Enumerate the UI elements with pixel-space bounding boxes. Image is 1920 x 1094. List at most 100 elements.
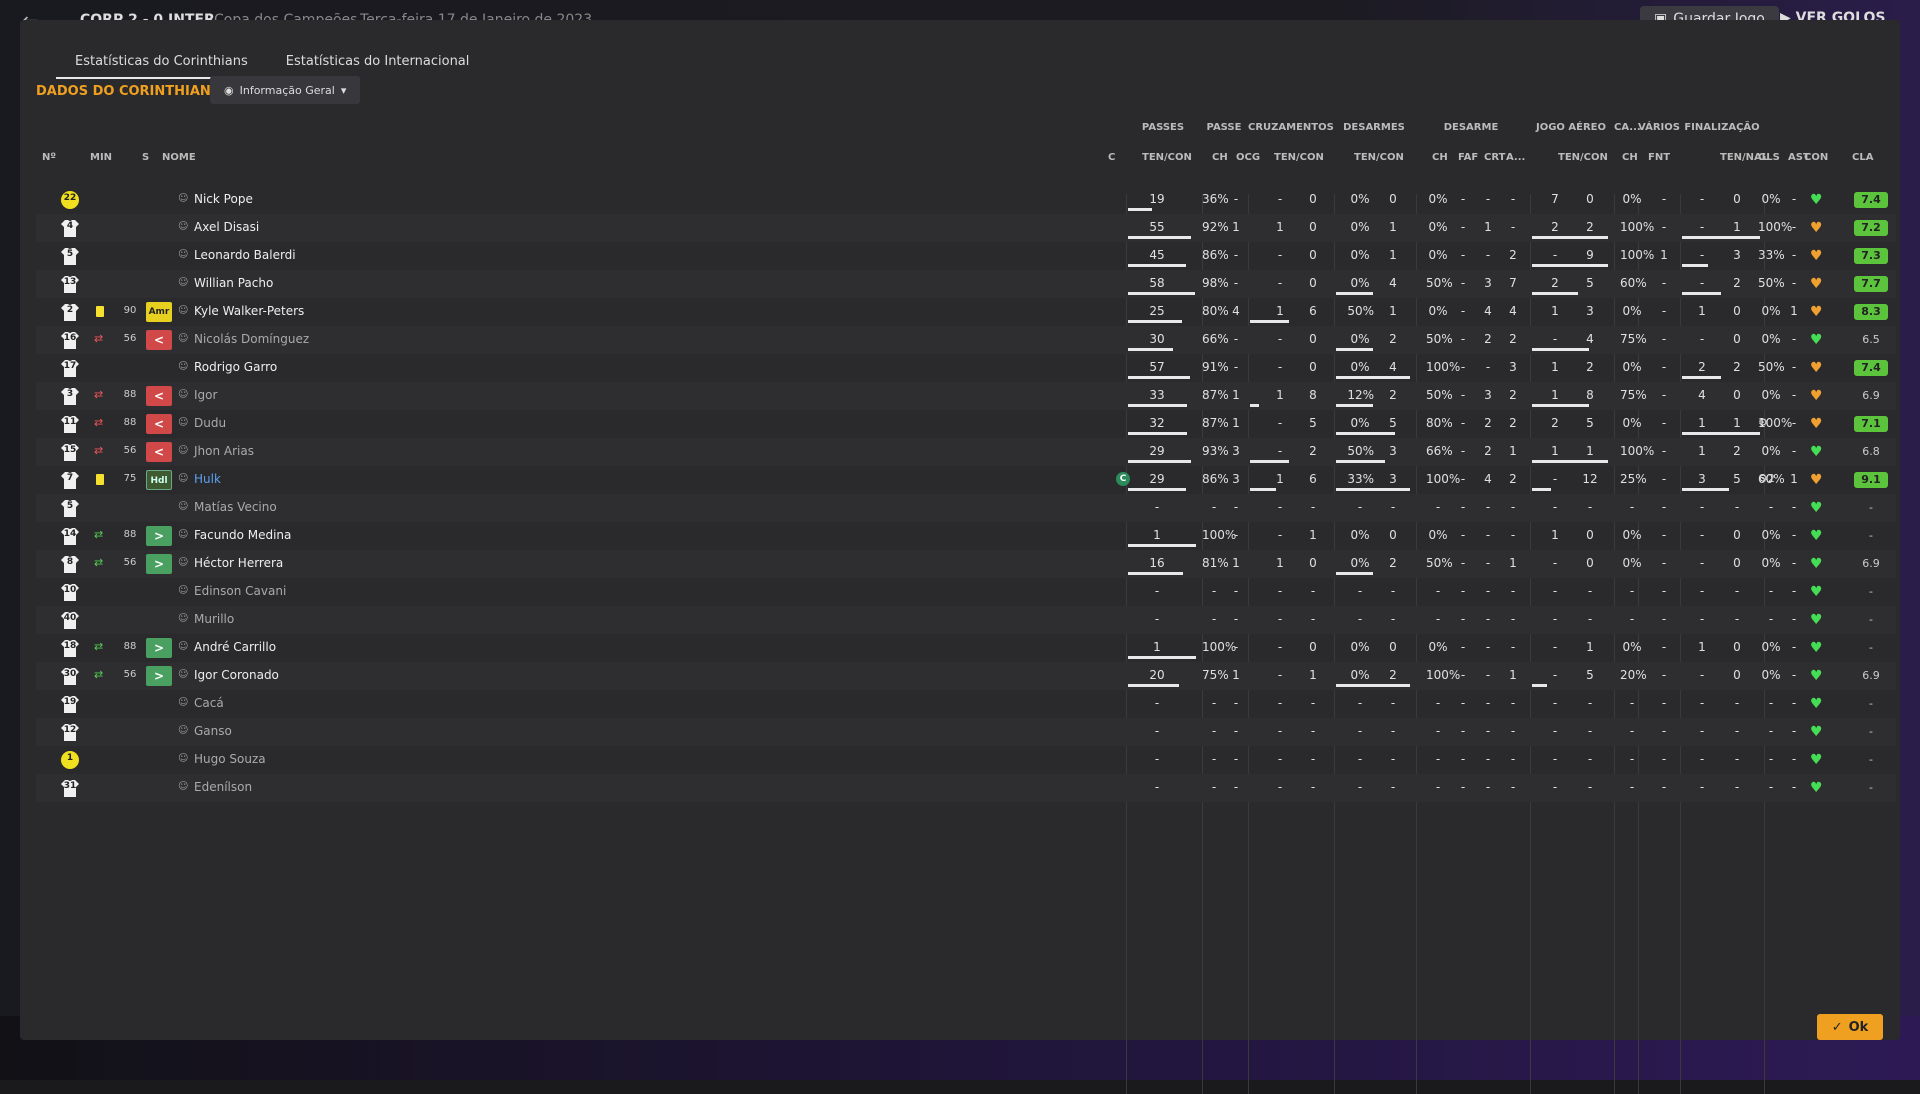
table-row[interactable]: 40 ☺ Murillo - - - - - - - - - - - - - - - - - - - ♥ - [36, 606, 1896, 634]
table-row[interactable]: 11 ⇄ 88 < ☺ Dudu 32 87% 1-5 0% 5 80% -2 2 2 5 0% -1 1 100% ⚙… [36, 410, 1896, 438]
player-name[interactable]: Hulk [194, 466, 221, 494]
completion-bar [1128, 544, 1196, 547]
player-name[interactable]: Hugo Souza [194, 746, 266, 774]
table-row[interactable]: 2 90 Amr ☺ Kyle Walker-Peters 25 80% 4 1 6 50% 1 0% -… [36, 298, 1896, 326]
stat-value: 36% [1202, 192, 1229, 206]
table-row[interactable]: 16 ⇄ 56 < ☺ Nicolás Domínguez 30 66% - -0 0% 2 50% -2… [36, 326, 1896, 354]
table-row[interactable]: 22 ☺ Nick Pope 19 36% - -0 0% 0 0% - - -7 0 0% - -0 0% - ♥ 7… [36, 186, 1896, 214]
condition-heart-icon: ♥ [1810, 668, 1823, 684]
player-name[interactable]: Axel Disasi [194, 214, 259, 242]
sub-status-badge[interactable]: Amr [146, 302, 172, 322]
player-name[interactable]: Ganso [194, 718, 232, 746]
sub-status-badge[interactable]: < [146, 414, 172, 434]
stat-value: - [1233, 276, 1239, 290]
sub-status-badge[interactable]: > [146, 526, 172, 546]
table-row[interactable]: 31 ☺ Edenílson - - - - - - - - - - - - - - - - - - - ♥ - [36, 774, 1896, 802]
column-header-crt[interactable]: CRT [1484, 152, 1505, 163]
table-row[interactable]: 30 ⇄ 56 > ☺ Igor Coronado 20 75% 1-1 0% 2 100% - -1-5… [36, 662, 1896, 690]
table-row[interactable]: 10 ☺ Edinson Cavani - - - - - - - - - - - - - - - - - - - ♥ - [36, 578, 1896, 606]
column-header-cla[interactable]: CLA [1852, 152, 1873, 163]
sub-status-badge[interactable]: < [146, 330, 172, 350]
table-row[interactable]: 1 ☺ Hugo Souza - - - - - - - - - - - - - - - - - - - ♥ - [36, 746, 1896, 774]
player-name[interactable]: Igor Coronado [194, 662, 279, 690]
column-header-ch[interactable]: CH [1212, 152, 1228, 163]
stat-value: - [1699, 556, 1705, 570]
column-header-dch[interactable]: CH [1432, 152, 1448, 163]
player-name[interactable]: Murillo [194, 606, 234, 634]
condition-heart-icon: ♥ [1810, 640, 1823, 656]
column-header-cruz[interactable]: TEN/CON [1274, 152, 1324, 163]
condition-heart-icon: ♥ [1810, 696, 1823, 712]
column-header-c[interactable]: C [1108, 152, 1115, 163]
column-header-min[interactable]: MIN [90, 152, 112, 163]
sub-status-badge[interactable]: < [146, 386, 172, 406]
player-name[interactable]: Kyle Walker-Peters [194, 298, 304, 326]
column-header-n[interactable]: Nº [42, 152, 56, 163]
view-dropdown[interactable]: ◉ Informação Geral ▾ [210, 76, 361, 104]
sub-status-badge[interactable]: Hdl [146, 470, 172, 490]
player-name[interactable]: Nick Pope [194, 186, 253, 214]
player-name[interactable]: Facundo Medina [194, 522, 291, 550]
player-name[interactable]: Jhon Arias [194, 438, 254, 466]
player-name[interactable]: André Carrillo [194, 634, 276, 662]
table-row[interactable]: 17 ☺ Rodrigo Garro 57 91% - -0 0% 4 100% - -3 1 2 0% -2… [36, 354, 1896, 382]
table-row[interactable]: 19 ☺ Cacá - - - - - - - - - - - - - - - - - - - ♥ - [36, 690, 1896, 718]
tab-internacional[interactable]: Estatísticas do Internacional [267, 46, 489, 79]
table-row[interactable]: 8 ⇄ 56 > ☺ Héctor Herrera 16 81% 1 1 0 0% 2 50% - -1-0 0… [36, 550, 1896, 578]
column-header-nome[interactable]: NOME [162, 152, 196, 163]
stat-value: - [1357, 584, 1363, 598]
stat-value: - [1510, 696, 1516, 710]
table-row[interactable]: 18 ⇄ 88 > ☺ André Carrillo 1 100% - -0 0% 0 0% - - - -1 0… [36, 634, 1896, 662]
column-header-a[interactable]: A... [1506, 152, 1525, 163]
table-row[interactable]: 4 ☺ Axel Disasi 55 92% 1 1 0 0% 1 0% -1-2 2 100% - -1 10… [36, 214, 1896, 242]
condition-heart-icon: ♥ [1810, 416, 1823, 432]
stat-value: 0% [1428, 192, 1448, 206]
sub-status-badge[interactable]: < [146, 442, 172, 462]
player-name[interactable]: Leonardo Balerdi [194, 242, 296, 270]
column-header-aereo[interactable]: TEN/CON [1558, 152, 1608, 163]
person-icon: ☺ [178, 585, 189, 596]
column-header-ocg[interactable]: OCG [1236, 152, 1260, 163]
sub-status-badge[interactable]: > [146, 554, 172, 574]
table-row[interactable]: 12 ☺ Ganso - - - - - - - - - - - - - - - - - - - ♥ - [36, 718, 1896, 746]
table-row[interactable]: 14 ⇄ 88 > ☺ Facundo Medina 1 100% - -1 0% 0 0% - - -1 0 0… [36, 522, 1896, 550]
table-row[interactable]: 5 ☺ Leonardo Balerdi 45 86% - -0 0% 1 0% - -2-9 100%… [36, 242, 1896, 270]
column-header-s[interactable]: S [142, 152, 149, 163]
column-header-faf[interactable]: FAF [1458, 152, 1478, 163]
completion-bar [1128, 236, 1191, 239]
sub-status-badge[interactable]: > [146, 666, 172, 686]
ok-button[interactable]: ✓ Ok [1817, 1014, 1883, 1040]
player-name[interactable]: Willian Pacho [194, 270, 273, 298]
table-row[interactable]: 13 ☺ Willian Pacho 58 98% - -0 0% 4 50% -3 7 2 5 60% - -… [36, 270, 1896, 298]
shirt-number-icon: 5 [60, 246, 80, 266]
player-name[interactable]: Igor [194, 382, 217, 410]
sub-status-badge[interactable]: > [146, 638, 172, 658]
player-name[interactable]: Rodrigo Garro [194, 354, 277, 382]
table-row[interactable]: 3 ⇄ 88 < ☺ Igor 33 87% 1 1 8 12% 2 50% -3 2 1 8 75% -4 0 0% - ♥… [36, 382, 1896, 410]
column-header-des[interactable]: TEN/CON [1354, 152, 1404, 163]
player-name[interactable]: Edinson Cavani [194, 578, 286, 606]
column-header-con[interactable]: CON [1804, 152, 1828, 163]
player-name[interactable]: Matías Vecino [194, 494, 277, 522]
player-name[interactable]: Nicolás Domínguez [194, 326, 309, 354]
stat-value: 100% [1426, 472, 1461, 486]
tab-corinthians[interactable]: Estatísticas do Corinthians [56, 46, 267, 79]
player-name[interactable]: Cacá [194, 690, 224, 718]
column-header-cach[interactable]: CH [1622, 152, 1638, 163]
table-row[interactable]: 15 ⇄ 56 < ☺ Jhon Arias 29 93% 3-2 50% 3 66% -2 1 1 1 100… [36, 438, 1896, 466]
stat-value: 1 [1698, 640, 1706, 654]
stat-value: - [1357, 612, 1363, 626]
column-header-passes[interactable]: TEN/CON [1142, 152, 1192, 163]
stat-value: 50% [1426, 556, 1453, 570]
player-name[interactable]: Héctor Herrera [194, 550, 283, 578]
player-name[interactable]: Dudu [194, 410, 226, 438]
player-name[interactable]: Edenílson [194, 774, 252, 802]
completion-bar [1128, 264, 1187, 267]
table-row[interactable]: 5 ☺ Matías Vecino - - - - - - - - - - - - - - - - - - - ♥ - [36, 494, 1896, 522]
column-header-fnt[interactable]: FNT [1648, 152, 1670, 163]
column-header-gls[interactable]: GLS [1758, 152, 1780, 163]
table-row[interactable]: 7 75 Hdl ☺ Hulk C 29 86% 3 1 6 33% 3 100% -4 2-12 25% -3 5… [36, 466, 1896, 494]
stat-value: - [1277, 780, 1283, 794]
shirt-number-icon: 11 [60, 414, 80, 434]
stat-value: - [1233, 528, 1239, 542]
